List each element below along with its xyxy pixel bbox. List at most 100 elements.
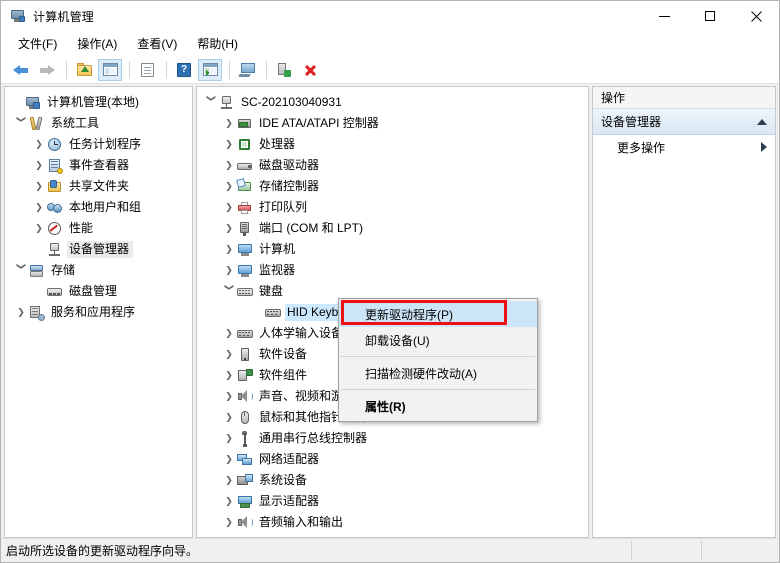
chevron-right-icon[interactable]: ❯ xyxy=(221,118,237,129)
services-icon xyxy=(29,305,45,321)
chevron-right-icon[interactable]: ❯ xyxy=(31,181,47,192)
chevron-right-icon[interactable]: ❯ xyxy=(31,139,47,150)
chevron-right-icon[interactable]: ❯ xyxy=(221,181,237,192)
sidebar-item-label: 存储 xyxy=(51,263,76,277)
sidebar-item-event-viewer[interactable]: ❯ 事件查看器 xyxy=(5,155,192,176)
back-button[interactable] xyxy=(9,59,33,81)
usb-controller-icon xyxy=(237,430,253,447)
properties-button[interactable] xyxy=(135,59,159,81)
chevron-right-icon[interactable]: ❯ xyxy=(221,202,237,213)
sidebar-item-computer-management[interactable]: 计算机管理(本地) xyxy=(5,92,192,113)
device-node-label: 打印队列 xyxy=(259,200,308,214)
chevron-down-icon[interactable]: ❯ xyxy=(224,284,235,300)
chevron-right-icon[interactable]: ❯ xyxy=(221,475,237,486)
chevron-right-icon[interactable]: ❯ xyxy=(221,517,237,528)
chevron-down-icon[interactable]: ❯ xyxy=(16,116,27,132)
device-node-ports[interactable]: ❯ 端口 (COM 和 LPT) xyxy=(197,218,588,239)
sidebar-item-performance[interactable]: ❯ 性能 xyxy=(5,218,192,239)
network-adapter-icon xyxy=(237,452,253,468)
device-node-disk-drives[interactable]: ❯ 磁盘驱动器 xyxy=(197,155,588,176)
device-node-processor[interactable]: ❯ 处理器 xyxy=(197,134,588,155)
sidebar-item-device-manager[interactable]: 设备管理器 xyxy=(5,239,192,260)
device-node-label: 处理器 xyxy=(259,137,296,151)
chevron-right-icon[interactable]: ❯ xyxy=(221,391,237,402)
up-folder-button[interactable] xyxy=(72,59,96,81)
chevron-right-icon[interactable]: ❯ xyxy=(31,202,47,213)
sidebar-item-system-tools[interactable]: ❯ 系统工具 xyxy=(5,113,192,134)
tree-pane-icon xyxy=(102,63,118,76)
sidebar-item-label: 系统工具 xyxy=(51,116,100,130)
device-node-label: 人体学输入设备 xyxy=(259,326,344,340)
computer-node-icon xyxy=(219,95,235,111)
help-button[interactable]: ? xyxy=(172,59,196,81)
chevron-down-icon[interactable]: ❯ xyxy=(16,263,27,279)
menu-file[interactable]: 文件(F) xyxy=(8,32,67,55)
action-more-actions[interactable]: 更多操作 xyxy=(593,135,775,159)
device-node-audio-inputs-outputs[interactable]: ❯ 音频输入和输出 xyxy=(197,512,588,533)
sidebar-item-label: 本地用户和组 xyxy=(69,200,142,214)
uninstall-device-button[interactable] xyxy=(298,59,322,81)
sidebar-item-shared-folders[interactable]: ❯ 共享文件夹 xyxy=(5,176,192,197)
chevron-right-icon[interactable]: ❯ xyxy=(221,223,237,234)
forward-button[interactable] xyxy=(35,59,59,81)
close-button[interactable] xyxy=(733,1,779,31)
device-node-display-adapters[interactable]: ❯ 显示适配器 xyxy=(197,491,588,512)
chevron-right-icon[interactable]: ❯ xyxy=(221,139,237,150)
menu-help[interactable]: 帮助(H) xyxy=(187,32,248,55)
device-node-storage-controllers[interactable]: ❯ 存储控制器 xyxy=(197,176,588,197)
device-node-network-adapters[interactable]: ❯ 网络适配器 xyxy=(197,449,588,470)
device-node-monitors[interactable]: ❯ 监视器 xyxy=(197,260,588,281)
chevron-right-icon[interactable]: ❯ xyxy=(221,412,237,423)
chevron-right-icon[interactable]: ❯ xyxy=(221,328,237,339)
menu-action[interactable]: 操作(A) xyxy=(67,32,127,55)
chevron-right-icon[interactable]: ❯ xyxy=(31,223,47,234)
chevron-right-icon[interactable]: ❯ xyxy=(221,265,237,276)
ctx-uninstall-device[interactable]: 卸载设备(U) xyxy=(339,327,537,353)
chevron-right-icon[interactable]: ❯ xyxy=(221,349,237,360)
chevron-right-icon[interactable]: ❯ xyxy=(221,433,237,444)
chevron-right-icon[interactable]: ❯ xyxy=(31,160,47,171)
sidebar-item-task-scheduler[interactable]: ❯ 任务计划程序 xyxy=(5,134,192,155)
console-tree-pane[interactable]: 计算机管理(本地) ❯ 系统工具 ❯ 任务计划程序 ❯ 事件查看器 ❯ 共享文件… xyxy=(4,86,193,538)
chevron-right-icon[interactable]: ❯ xyxy=(13,307,29,318)
show-action-pane-button[interactable] xyxy=(198,58,222,81)
scan-hardware-button[interactable] xyxy=(235,59,259,81)
device-node-print-queues[interactable]: ❯ 打印队列 xyxy=(197,197,588,218)
ctx-properties[interactable]: 属性(R) xyxy=(339,393,537,419)
maximize-button[interactable] xyxy=(687,1,733,31)
chevron-down-icon[interactable]: ❯ xyxy=(206,95,217,111)
device-node-computer[interactable]: ❯ SC-202103040931 xyxy=(197,92,588,113)
chevron-right-icon[interactable]: ❯ xyxy=(221,496,237,507)
chevron-right-icon[interactable]: ❯ xyxy=(221,244,237,255)
device-node-label: 音频输入和输出 xyxy=(259,515,344,529)
sidebar-item-services-applications[interactable]: ❯ 服务和应用程序 xyxy=(5,302,192,323)
status-divider xyxy=(631,541,632,560)
menu-bar: 文件(F) 操作(A) 查看(V) 帮助(H) xyxy=(1,31,779,56)
device-node-ide-controller[interactable]: ❯ IDE ATA/ATAPI 控制器 xyxy=(197,113,588,134)
chevron-up-icon[interactable] xyxy=(757,118,767,125)
chevron-right-icon[interactable]: ❯ xyxy=(221,454,237,465)
ctx-scan-hardware[interactable]: 扫描检测硬件改动(A) xyxy=(339,360,537,386)
ctx-update-driver[interactable]: 更新驱动程序(P) xyxy=(339,301,537,327)
device-node-system-devices[interactable]: ❯ 系统设备 xyxy=(197,470,588,491)
computer-management-icon xyxy=(10,8,26,24)
forward-arrow-icon xyxy=(39,64,55,76)
toolbar: ? xyxy=(1,56,779,84)
sidebar-item-local-users-groups[interactable]: ❯ 本地用户和组 xyxy=(5,197,192,218)
chevron-right-icon[interactable]: ❯ xyxy=(221,370,237,381)
audio-io-icon xyxy=(237,515,253,531)
status-text: 启动所选设备的更新驱动程序向导。 xyxy=(6,544,199,558)
update-driver-button[interactable] xyxy=(272,59,296,81)
device-node-usb-controllers[interactable]: ❯ 通用串行总线控制器 xyxy=(197,428,588,449)
window-title: 计算机管理 xyxy=(33,9,95,24)
chevron-right-icon[interactable]: ❯ xyxy=(221,160,237,171)
minimize-button[interactable] xyxy=(641,1,687,31)
toolbar-separator xyxy=(266,60,267,79)
sidebar-item-storage[interactable]: ❯ 存储 xyxy=(5,260,192,281)
hid-device-icon xyxy=(237,326,253,342)
device-node-computer-category[interactable]: ❯ 计算机 xyxy=(197,239,588,260)
menu-view[interactable]: 查看(V) xyxy=(127,32,187,55)
sidebar-item-disk-management[interactable]: 磁盘管理 xyxy=(5,281,192,302)
actions-section-device-manager[interactable]: 设备管理器 xyxy=(593,109,775,135)
show-hide-tree-button[interactable] xyxy=(98,58,122,81)
